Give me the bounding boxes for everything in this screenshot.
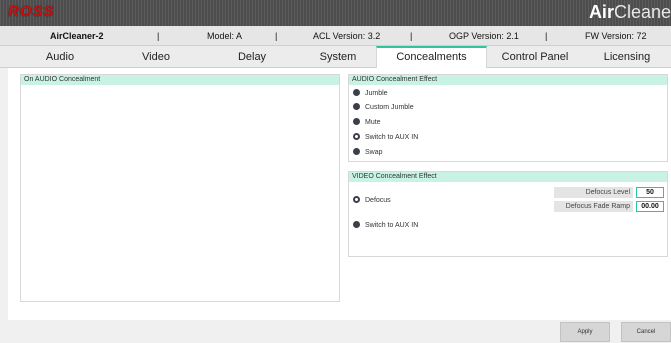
logo-cleaner: Cleaner xyxy=(613,2,671,22)
radio-button[interactable] xyxy=(353,148,360,155)
info-separator: | xyxy=(275,31,278,41)
radio-label: Switch to AUX IN xyxy=(365,222,419,229)
radio-video-switch-to-aux-in[interactable]: Switch to AUX IN xyxy=(353,221,418,231)
ross-logo: ROSS xyxy=(8,3,55,20)
radio-button[interactable] xyxy=(353,118,360,125)
tab-video[interactable]: Video xyxy=(108,46,204,68)
fw-version: FW Version: 72 xyxy=(585,31,647,41)
tab-system[interactable]: System xyxy=(300,46,376,68)
logo-air: Air xyxy=(588,2,614,22)
apply-button[interactable]: Apply xyxy=(560,322,610,342)
aircleaner-logo: AirCleaner xyxy=(589,2,671,23)
radio-label: Switch to AUX IN xyxy=(365,134,419,141)
device-name: AirCleaner-2 xyxy=(50,31,104,41)
model-label: Model: A xyxy=(207,31,243,41)
radio-button[interactable] xyxy=(353,89,360,96)
defocus-fade-ramp-label: Defocus Fade Ramp xyxy=(554,201,633,212)
radio-label: Defocus xyxy=(365,197,391,204)
panel-title: On AUDIO Concealment xyxy=(21,75,339,85)
defocus-level-label: Defocus Level xyxy=(554,187,633,198)
tab-control-panel[interactable]: Control Panel xyxy=(487,46,583,68)
radio-button[interactable] xyxy=(353,221,360,228)
radio-button[interactable] xyxy=(353,103,360,110)
radio-label: Jumble xyxy=(365,90,388,97)
radio-mute[interactable]: Mute xyxy=(353,118,381,128)
radio-jumble[interactable]: Jumble xyxy=(353,89,388,99)
radio-switch-to-aux-in[interactable]: Switch to AUX IN xyxy=(353,133,418,143)
ogp-version: OGP Version: 2.1 xyxy=(449,31,519,41)
tab-licensing[interactable]: Licensing xyxy=(583,46,671,68)
radio-defocus[interactable]: Defocus xyxy=(353,196,391,206)
radio-label: Custom Jumble xyxy=(365,104,414,111)
defocus-level-input[interactable]: 50 xyxy=(636,187,664,198)
panel-title: VIDEO Concealment Effect xyxy=(349,172,667,182)
cancel-button[interactable]: Cancel xyxy=(621,322,671,342)
radio-button-selected[interactable] xyxy=(353,196,360,203)
radio-label: Swap xyxy=(365,149,383,156)
video-concealment-effect-panel: VIDEO Concealment Effect Defocus Switch … xyxy=(348,171,668,257)
info-separator: | xyxy=(157,31,160,41)
defocus-fade-ramp-input[interactable]: 00.00 xyxy=(636,201,664,212)
brand-bar: ROSS AirCleaner xyxy=(0,0,671,26)
tab-concealments[interactable]: Concealments xyxy=(376,46,487,68)
radio-button-selected[interactable] xyxy=(353,133,360,140)
device-info-row: AirCleaner-2 | Model: A | ACL Version: 3… xyxy=(0,26,671,46)
tab-bar: Audio Video Delay System Concealments Co… xyxy=(0,46,671,68)
info-separator: | xyxy=(545,31,548,41)
radio-custom-jumble[interactable]: Custom Jumble xyxy=(353,103,414,113)
concealments-page: On AUDIO Concealment AUDIO Concealment E… xyxy=(8,68,671,320)
radio-label: Mute xyxy=(365,119,381,126)
on-audio-concealment-panel: On AUDIO Concealment xyxy=(20,74,340,302)
app-window: ROSS AirCleaner AirCleaner-2 | Model: A … xyxy=(0,0,671,343)
acl-version: ACL Version: 3.2 xyxy=(313,31,381,41)
panel-title: AUDIO Concealment Effect xyxy=(349,75,667,85)
tab-audio[interactable]: Audio xyxy=(12,46,108,68)
tab-delay[interactable]: Delay xyxy=(204,46,300,68)
audio-concealment-effect-panel: AUDIO Concealment Effect Jumble Custom J… xyxy=(348,74,668,162)
info-separator: | xyxy=(410,31,413,41)
radio-swap[interactable]: Swap xyxy=(353,148,383,158)
